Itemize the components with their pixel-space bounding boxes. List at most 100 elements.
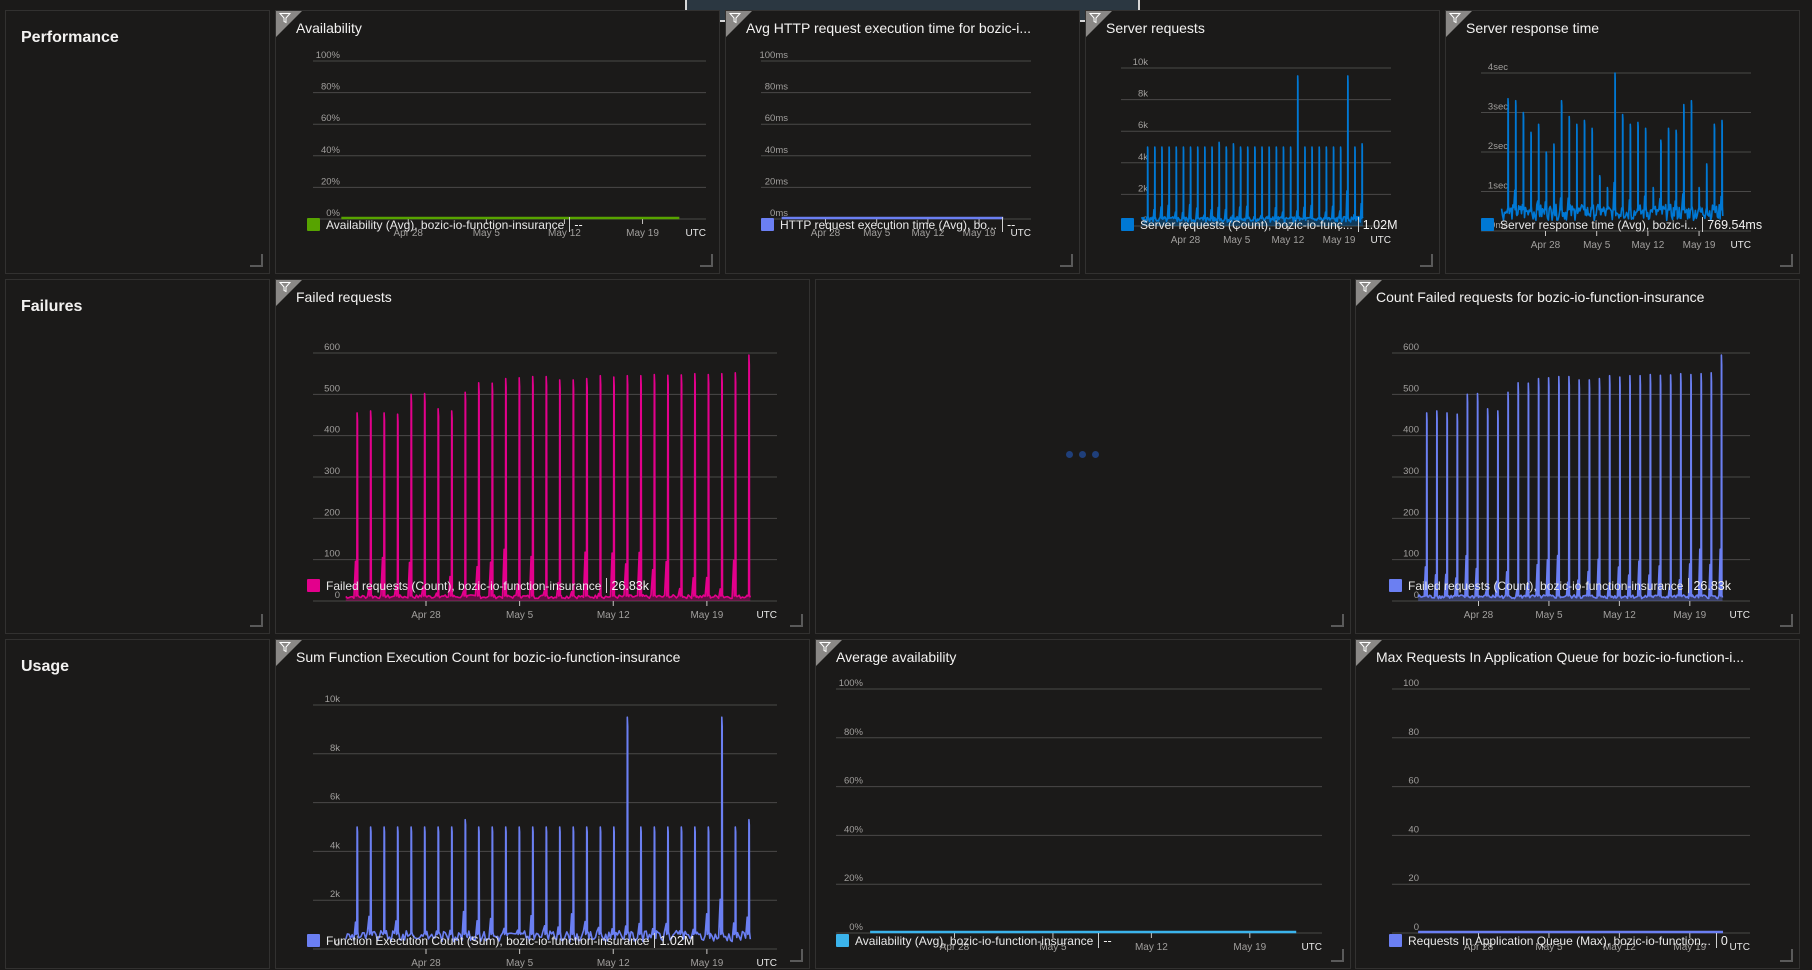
legend-separator xyxy=(1702,217,1703,232)
x-tick-label: May 19 xyxy=(1683,240,1716,251)
legend-label: Server requests (Count), bozic-io-func..… xyxy=(1140,218,1353,232)
resize-handle[interactable] xyxy=(250,254,263,267)
y-tick-label: 60% xyxy=(321,113,341,124)
chart-legend[interactable]: Availability (Avg), bozic-io-function-in… xyxy=(307,217,583,232)
y-tick-label: 8k xyxy=(1138,89,1148,100)
tile-count-failed-requests[interactable]: Count Failed requests for bozic-io-funct… xyxy=(1355,279,1800,634)
x-tick-label: May 12 xyxy=(1135,942,1168,953)
timezone-label: UTC xyxy=(1729,610,1750,621)
section-tile-failures: Failures xyxy=(5,279,270,634)
x-tick-label: May 5 xyxy=(1535,610,1563,621)
series-line xyxy=(1502,73,1723,220)
y-tick-label: 500 xyxy=(1403,383,1419,394)
legend-separator xyxy=(1688,578,1689,593)
legend-swatch xyxy=(307,579,320,592)
tile-server-requests[interactable]: Server requests02k4k6k8k10kApr 28May 5Ma… xyxy=(1085,10,1440,274)
resize-handle[interactable] xyxy=(1331,614,1344,627)
y-tick-label: 40ms xyxy=(765,145,788,156)
y-tick-label: 6k xyxy=(1138,120,1148,131)
legend-swatch xyxy=(307,934,320,947)
legend-value: -- xyxy=(1007,218,1015,232)
y-tick-label: 100 xyxy=(324,549,340,560)
y-tick-label: 500 xyxy=(324,383,340,394)
tile-http-exec-time[interactable]: Avg HTTP request execution time for bozi… xyxy=(725,10,1080,274)
y-tick-label: 0% xyxy=(849,922,863,933)
y-tick-label: 200 xyxy=(324,507,340,518)
tile-app-queue[interactable]: Max Requests In Application Queue for bo… xyxy=(1355,639,1800,969)
legend-value: 26.83k xyxy=(1693,579,1731,593)
chart-func_exec: 02k4k6k8k10kApr 28May 5May 12May 19UTC xyxy=(276,640,811,970)
chart-legend[interactable]: Failed requests (Count), bozic-io-functi… xyxy=(1389,578,1731,593)
chart-avg_availability: 0%20%40%60%80%100%Apr 28May 5May 12May 1… xyxy=(816,640,1352,970)
tile-function-execution-count[interactable]: Sum Function Execution Count for bozic-i… xyxy=(275,639,810,969)
y-tick-label: 20ms xyxy=(765,176,788,187)
legend-label: Failed requests (Count), bozic-io-functi… xyxy=(326,579,601,593)
section-label: Usage xyxy=(21,658,69,676)
legend-label: Requests In Application Queue (Max), boz… xyxy=(1408,934,1711,948)
x-tick-label: Apr 28 xyxy=(1171,235,1201,246)
y-tick-label: 80% xyxy=(844,727,864,738)
timezone-label: UTC xyxy=(756,610,777,621)
y-tick-label: 40% xyxy=(321,145,341,156)
legend-swatch xyxy=(1389,934,1402,947)
tile-availability[interactable]: Availability0%20%40%60%80%100%Apr 28May … xyxy=(275,10,720,274)
legend-label: Availability (Avg), bozic-io-function-in… xyxy=(326,218,564,232)
legend-value: 1.02M xyxy=(1363,218,1398,232)
y-tick-label: 40 xyxy=(1408,824,1419,835)
y-tick-label: 20% xyxy=(321,176,341,187)
chart-legend[interactable]: HTTP request execution time (Avg), bo...… xyxy=(761,217,1015,232)
legend-separator xyxy=(606,578,607,593)
tile-server-response-time[interactable]: Server response time0ms1sec2sec3sec4secA… xyxy=(1445,10,1800,274)
x-tick-label: May 19 xyxy=(690,610,723,621)
timezone-label: UTC xyxy=(756,958,777,969)
y-tick-label: 100% xyxy=(316,50,341,61)
x-tick-label: May 5 xyxy=(1223,235,1251,246)
section-label: Failures xyxy=(21,298,82,316)
x-tick-label: May 5 xyxy=(506,610,534,621)
chart-legend[interactable]: Availability (Avg), bozic-io-function-in… xyxy=(836,933,1112,948)
y-tick-label: 400 xyxy=(1403,425,1419,436)
y-tick-label: 4k xyxy=(330,840,340,851)
x-tick-label: May 12 xyxy=(597,610,630,621)
series-line xyxy=(1142,76,1363,222)
legend-label: Function Execution Count (Sum), bozic-io… xyxy=(326,934,649,948)
y-tick-label: 100 xyxy=(1403,549,1419,560)
series-area xyxy=(1418,355,1722,601)
timezone-label: UTC xyxy=(1730,240,1751,251)
series-line xyxy=(346,717,751,942)
y-tick-label: 100ms xyxy=(759,50,788,61)
legend-value: -- xyxy=(1103,934,1111,948)
legend-separator xyxy=(654,933,655,948)
legend-separator xyxy=(569,217,570,232)
chart-legend[interactable]: Function Execution Count (Sum), bozic-io… xyxy=(307,933,694,948)
y-tick-label: 80ms xyxy=(765,82,788,93)
tile-average-availability[interactable]: Average availability0%20%40%60%80%100%Ap… xyxy=(815,639,1351,969)
x-tick-label: May 19 xyxy=(1323,235,1356,246)
chart-legend[interactable]: Requests In Application Queue (Max), boz… xyxy=(1389,933,1728,948)
chart-legend[interactable]: Server response time (Avg), bozic-i...76… xyxy=(1481,217,1762,232)
timezone-label: UTC xyxy=(1370,235,1391,246)
y-tick-label: 80% xyxy=(321,82,341,93)
y-tick-label: 20 xyxy=(1408,873,1419,884)
legend-value: 0 xyxy=(1721,934,1728,948)
y-tick-label: 3sec xyxy=(1488,102,1508,113)
legend-swatch xyxy=(307,218,320,231)
legend-separator xyxy=(1002,217,1003,232)
chart-legend[interactable]: Failed requests (Count), bozic-io-functi… xyxy=(307,578,649,593)
y-tick-label: 10k xyxy=(325,694,341,705)
x-tick-label: May 5 xyxy=(1583,240,1611,251)
y-tick-label: 600 xyxy=(324,342,340,353)
tile-failed-requests[interactable]: Failed requests0100200300400500600Apr 28… xyxy=(275,279,810,634)
y-tick-label: 2k xyxy=(1138,183,1148,194)
chart-legend[interactable]: Server requests (Count), bozic-io-func..… xyxy=(1121,217,1398,232)
resize-handle[interactable] xyxy=(250,614,263,627)
y-tick-label: 80 xyxy=(1408,727,1419,738)
loading-indicator xyxy=(1066,451,1099,458)
legend-value: -- xyxy=(574,218,582,232)
x-tick-label: Apr 28 xyxy=(411,958,441,969)
series-area xyxy=(346,355,751,601)
x-tick-label: May 19 xyxy=(626,228,659,239)
legend-label: Server response time (Avg), bozic-i... xyxy=(1500,218,1697,232)
x-tick-label: May 19 xyxy=(690,958,723,969)
x-tick-label: May 19 xyxy=(1233,942,1266,953)
